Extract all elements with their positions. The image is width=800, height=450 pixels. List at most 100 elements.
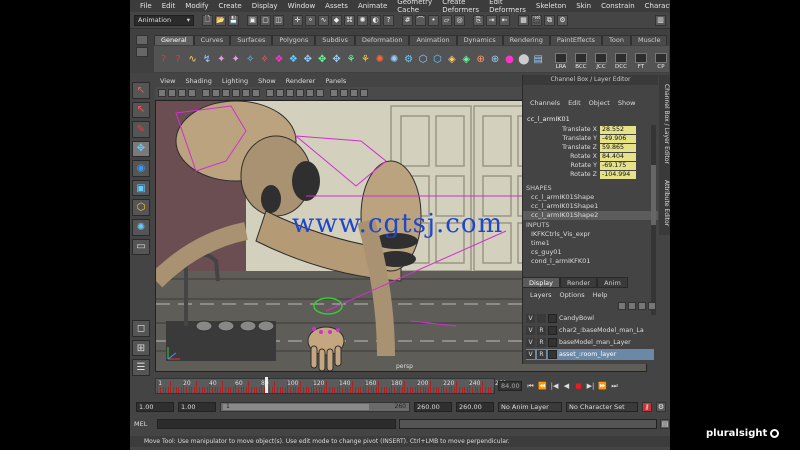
curve-mask-icon[interactable]: ∿ xyxy=(318,14,329,26)
anim-layer-dropdown[interactable]: No Anim Layer xyxy=(498,402,562,412)
layer-visibility-toggle[interactable]: V xyxy=(526,326,535,335)
attribute-value-field[interactable]: -69.175 xyxy=(600,161,636,170)
shelf-button-lra[interactable]: LRA xyxy=(553,48,569,70)
input-node[interactable]: cs_guy01 xyxy=(523,248,658,257)
select-component-icon[interactable]: ◫ xyxy=(273,14,284,26)
current-frame-field[interactable]: 84.00 xyxy=(498,381,522,391)
show-manip-icon[interactable]: ▭ xyxy=(132,238,150,256)
layer-menu-layers[interactable]: Layers xyxy=(526,291,556,299)
ipr-render-icon[interactable]: ⧉ xyxy=(544,14,555,26)
smooth-shade-icon[interactable] xyxy=(276,89,284,97)
deformer-icon[interactable]: ⊕ xyxy=(475,50,486,68)
menu-constrain[interactable]: Constrain xyxy=(596,2,640,10)
dynamics-mask-icon[interactable]: ✺ xyxy=(357,14,368,26)
panel-menu-view[interactable]: View xyxy=(155,77,180,85)
render-frame-icon[interactable]: 🎬 xyxy=(531,14,542,26)
history-icon[interactable]: ⎘ xyxy=(473,14,484,26)
wireframe-icon[interactable] xyxy=(266,89,274,97)
joint-tool-icon[interactable]: ✧ xyxy=(244,50,255,68)
deformer-icon[interactable]: ⊕ xyxy=(489,50,500,68)
menu-animate[interactable]: Animate xyxy=(353,2,392,10)
dynamics-icon[interactable]: ⬤ xyxy=(518,50,529,68)
snap-grid-icon[interactable]: # xyxy=(402,14,413,26)
layer-color-swatch[interactable] xyxy=(548,314,557,323)
menu-skeleton[interactable]: Skeleton xyxy=(531,2,571,10)
shelf-tab-animation[interactable]: Animation xyxy=(409,35,457,45)
shelf-tab-general[interactable]: General xyxy=(154,35,194,45)
constraint-icon[interactable]: ❖ xyxy=(273,50,284,68)
render-mask-icon[interactable]: ◐ xyxy=(370,14,381,26)
shelf-tab-deformation[interactable]: Deformation xyxy=(354,35,410,45)
shelf-tab-muscle[interactable]: Muscle xyxy=(630,35,668,45)
layer-down-icon[interactable] xyxy=(628,302,636,310)
attribute-name[interactable]: Rotate Z xyxy=(525,171,600,178)
shelf-tabs-icon[interactable] xyxy=(136,47,148,57)
input-node[interactable]: time1 xyxy=(523,239,658,248)
safe-action-icon[interactable] xyxy=(252,89,260,97)
attribute-name[interactable]: Rotate Y xyxy=(525,162,600,169)
render-view-icon[interactable]: ▦ xyxy=(518,14,529,26)
layer-row[interactable]: V RbaseModel_man_Layer xyxy=(526,337,654,348)
handle-mask-icon[interactable]: ✛ xyxy=(292,14,303,26)
step-forward-icon[interactable]: ⏩ xyxy=(598,382,607,391)
shelf-tab-dynamics[interactable]: Dynamics xyxy=(456,35,503,45)
shelf-tab-rendering[interactable]: Rendering xyxy=(502,35,550,45)
panel-menu-shading[interactable]: Shading xyxy=(180,77,216,85)
lasso-tool-icon[interactable]: ↖ xyxy=(132,101,150,119)
scale-tool-icon[interactable]: ▣ xyxy=(132,179,150,197)
selected-object-name[interactable]: cc_l_armIK01 xyxy=(523,115,658,125)
layer-color-swatch[interactable] xyxy=(548,326,557,335)
deform-mask-icon[interactable]: ⌘ xyxy=(344,14,355,26)
deformer-icon[interactable]: ◈ xyxy=(461,50,472,68)
shape-node[interactable]: cc_l_armIK01Shape xyxy=(523,193,658,202)
shelf-button-dcc[interactable]: DCC xyxy=(613,48,629,70)
snap-curve-icon[interactable]: ⌒ xyxy=(415,14,426,26)
range-slider-handle[interactable] xyxy=(223,404,369,410)
textured-icon[interactable] xyxy=(296,89,304,97)
layer-row[interactable]: V Rchar2_:baseModel_man_La xyxy=(526,325,654,336)
menu-modify[interactable]: Modify xyxy=(180,2,213,10)
scrollbar-thumb[interactable] xyxy=(651,165,656,225)
layout-four-icon[interactable]: ⊞ xyxy=(132,339,150,357)
attribute-name[interactable]: Translate Z xyxy=(525,144,600,151)
attribute-value-field[interactable]: -104.994 xyxy=(600,170,636,179)
new-layer-selected-icon[interactable] xyxy=(648,302,656,310)
select-hierarchy-icon[interactable]: ▣ xyxy=(247,14,258,26)
output-ops-icon[interactable]: ⇤ xyxy=(499,14,510,26)
help-shelf-icon[interactable]: ? xyxy=(172,50,183,68)
shelf-button-bcc[interactable]: BCC xyxy=(573,48,589,70)
surface-mask-icon[interactable]: ◆ xyxy=(331,14,342,26)
tab-attribute-editor[interactable]: Attribute Editor xyxy=(659,173,670,233)
save-scene-icon[interactable]: 💾 xyxy=(228,14,239,26)
rotate-tool-icon[interactable]: ◉ xyxy=(132,160,150,177)
attribute-value-field[interactable]: -49.906 xyxy=(600,134,636,143)
time-slider[interactable]: 120406080100120140160180200220240260 xyxy=(155,377,506,394)
input-node[interactable]: IKFKCtrls_Vis_expr xyxy=(523,230,658,239)
animation-start-field[interactable]: 1.00 xyxy=(136,402,174,412)
layout-single-icon[interactable]: ◻ xyxy=(132,320,150,337)
tab-channel-box[interactable]: Channel Box / Layer Editor xyxy=(659,79,670,169)
isolate-select-icon[interactable] xyxy=(350,89,358,97)
constraint-icon[interactable]: ⚘ xyxy=(345,50,356,68)
xray-joints-icon[interactable] xyxy=(340,89,348,97)
script-editor-icon[interactable]: ▤ xyxy=(660,419,670,429)
auto-key-icon[interactable]: ⚷ xyxy=(642,402,652,412)
playback-end-field[interactable]: 260.00 xyxy=(414,402,452,412)
paint-select-icon[interactable]: ✎ xyxy=(132,121,150,138)
menu-file[interactable]: File xyxy=(135,2,157,10)
panel-menu-show[interactable]: Show xyxy=(253,77,281,85)
preferences-icon[interactable]: ⚙ xyxy=(656,402,666,412)
camera-icon[interactable] xyxy=(158,89,166,97)
menu-create[interactable]: Create xyxy=(213,2,246,10)
range-slider[interactable]: 1 260 xyxy=(220,402,410,412)
shelf-button-ft[interactable]: FT xyxy=(633,48,649,70)
menu-character[interactable]: Character xyxy=(640,2,670,10)
constraint-icon[interactable]: ⚙ xyxy=(403,50,414,68)
resolution-gate-icon[interactable] xyxy=(222,89,230,97)
shelf-tab-painteffects[interactable]: PaintEffects xyxy=(549,35,603,45)
go-to-end-icon[interactable]: ⏭ xyxy=(610,382,619,391)
layer-visibility-toggle[interactable]: V xyxy=(526,350,535,359)
joint-tool-icon[interactable]: ✧ xyxy=(259,50,270,68)
shelf-tab-surfaces[interactable]: Surfaces xyxy=(230,35,273,45)
command-language-label[interactable]: MEL xyxy=(134,420,154,428)
